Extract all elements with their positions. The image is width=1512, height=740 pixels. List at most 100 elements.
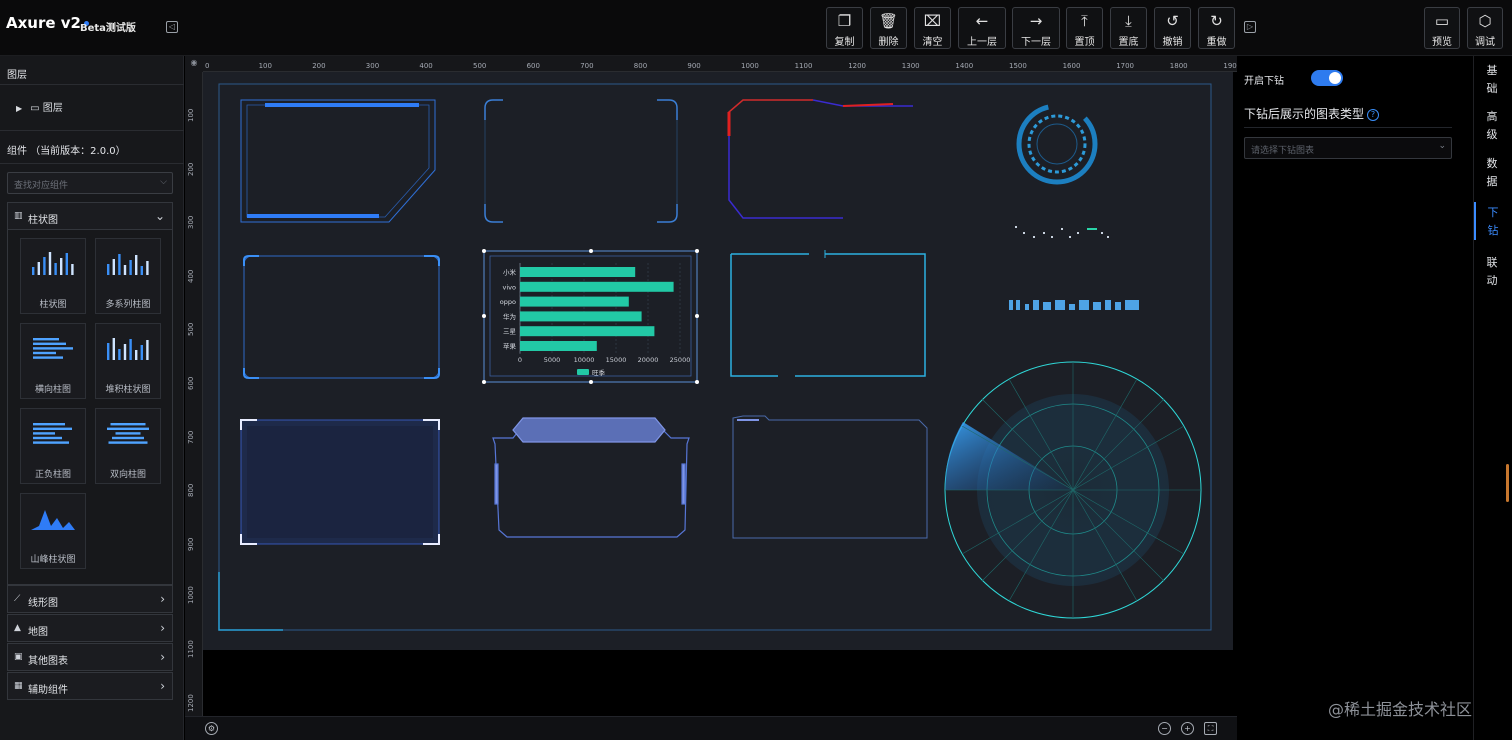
y-tick-label: 小米: [503, 268, 517, 277]
preview-button[interactable]: ▭ 预览: [1424, 7, 1460, 49]
beta-badge: Beta测试版: [80, 23, 136, 34]
x-tick-label: 15000: [606, 356, 627, 364]
expand-toolbar-button[interactable]: ▷: [1244, 21, 1256, 33]
app-title: Axure v2: [6, 14, 89, 32]
category-map[interactable]: ▲ 地图 ›: [7, 614, 173, 642]
category-helper[interactable]: ▦ 辅助组件 ›: [7, 672, 173, 700]
ruler-tick-label: 1200: [848, 62, 867, 70]
eye-icon[interactable]: ◉: [185, 56, 203, 72]
category-other-chart[interactable]: ▣ 其他图表 ›: [7, 643, 173, 671]
top-button[interactable]: ⤒ 置顶: [1066, 7, 1103, 49]
fullscreen-icon[interactable]: ⛶: [1204, 722, 1217, 735]
x-tick-label: 25000: [670, 356, 691, 364]
component-search-input[interactable]: 查找对应组件 ⌵: [7, 172, 173, 194]
map-icon: ▲: [14, 623, 21, 633]
top-toolbar: Axure v2 Beta测试版 ◁ ❐ 复制 🗑 删除 ⌧ 清空 ← 上一层 → 下一层 ⤒ 置顶 ⤓…: [0, 0, 1512, 56]
horizontal-bar-chart: 0 5000 10000 15000 20000 25000 小米 vivo oppo 华为三星苹…: [500, 263, 691, 377]
side-tabs: 基础高级数据下钻联动: [1473, 56, 1512, 740]
category-bar-chart-header[interactable]: ▥ 柱状图 ⌄: [7, 202, 173, 230]
chart-type-label: 下钻后展示的图表类型?: [1244, 105, 1380, 122]
component-tile[interactable]: 多系列柱图: [95, 238, 161, 314]
ruler-tick-label: 600: [187, 376, 195, 390]
clear-button[interactable]: ⌧ 清空: [914, 7, 951, 49]
component-tile[interactable]: 山峰柱状图: [20, 493, 86, 569]
component-tile[interactable]: 横向柱图: [20, 323, 86, 399]
ruler-tick-label: 100: [187, 108, 195, 122]
debug-button[interactable]: ⬡ 调试: [1467, 7, 1503, 49]
tab-4[interactable]: 联动: [1474, 252, 1510, 290]
bar: [520, 281, 674, 292]
y-tick-label: vivo: [503, 283, 516, 291]
tab-0[interactable]: 基础: [1474, 60, 1510, 98]
category-bar-chart-panel: ▥ 柱状图 ⌄ 柱状图 多系列柱图 横向柱图 堆积柱状图 正负柱图 双向柱图 山峰柱状图: [7, 202, 173, 585]
ruler-tick-label: 1700: [1116, 62, 1135, 70]
layer-down-button[interactable]: → 下一层: [1012, 7, 1060, 49]
ruler-tick-label: 400: [419, 62, 433, 70]
chevron-right-icon: ›: [160, 592, 165, 606]
ruler-tick-label: 1000: [187, 586, 195, 605]
delete-button[interactable]: 🗑 删除: [870, 7, 907, 49]
layer-item[interactable]: ▶ ▭ 图层: [16, 99, 63, 114]
send-bottom-icon: ⤓: [1125, 12, 1132, 30]
drill-label: 开启下钻: [1244, 76, 1284, 87]
copy-button[interactable]: ❐ 复制: [826, 7, 863, 49]
monitor-icon: ▭: [1434, 12, 1450, 30]
design-board[interactable]: 0 5000 10000 15000 20000 25000 小米 vivo oppo 华为 三星苹…: [203, 72, 1233, 650]
chart-thumbnail: [32, 252, 74, 275]
settings-icon[interactable]: ⚙: [205, 722, 218, 735]
tab-1[interactable]: 高级: [1474, 106, 1510, 144]
component-tile[interactable]: 双向柱图: [95, 408, 161, 484]
x-tick-label: 0: [518, 356, 522, 364]
expand-arrow-icon[interactable]: ▶: [16, 104, 22, 113]
layer-up-button[interactable]: ← 上一层: [958, 7, 1006, 49]
ruler-tick-label: 1500: [1009, 62, 1027, 70]
tab-3[interactable]: 下钻: [1474, 202, 1510, 240]
border-frame-6: [730, 250, 926, 377]
layer-down-icon: →: [1029, 12, 1043, 30]
ring-decoration: [1016, 103, 1098, 185]
scroll-indicator[interactable]: [1506, 464, 1509, 502]
chevron-right-icon: ›: [160, 650, 165, 664]
ruler-tick-label: 300: [187, 215, 195, 230]
collapse-left-panel-button[interactable]: ◁: [166, 21, 178, 33]
help-icon[interactable]: ?: [1367, 109, 1380, 121]
ruler-tick-label: 100: [258, 62, 272, 70]
x-tick-label: 5000: [544, 356, 561, 364]
legend-label: 旺季: [592, 368, 606, 377]
ruler-tick-label: 700: [580, 62, 594, 70]
bottom-button[interactable]: ⤓ 置底: [1110, 7, 1147, 49]
ruler-horizontal: 0 100 200 300 400 500 600 700 800 900 1000 1100 1200…: [203, 56, 1237, 72]
undo-button[interactable]: ↺ 撤销: [1154, 7, 1191, 49]
dots-decoration-1: [1015, 226, 1109, 238]
ruler-tick-label: 0: [205, 62, 210, 70]
component-tile[interactable]: 正负柱图: [20, 408, 86, 484]
ruler-tick-label: 800: [187, 483, 195, 498]
component-tile[interactable]: 柱状图: [20, 238, 86, 314]
line-chart-icon: ⟋: [14, 594, 21, 604]
watermark: @稀土掘金技术社区: [1328, 700, 1473, 719]
border-frame-4: [243, 255, 440, 379]
chart-thumbnail: [33, 423, 72, 444]
chevron-right-icon: ›: [160, 679, 165, 693]
redo-button[interactable]: ↻ 重做: [1198, 7, 1235, 49]
category-line-chart[interactable]: ⟋ 线形图 ›: [7, 585, 173, 613]
bar: [520, 326, 655, 337]
drill-chart-select[interactable]: 请选择下钻图表 ⌄: [1244, 137, 1452, 159]
ruler-tick-label: 1400: [955, 62, 974, 70]
component-tile[interactable]: 堆积柱状图: [95, 323, 161, 399]
ruler-tick-label: 300: [365, 62, 380, 70]
radar-scan: [944, 361, 1202, 619]
right-panel: 开启下钻 下钻后展示的图表类型? 请选择下钻图表 ⌄: [1237, 56, 1473, 740]
ruler-tick-label: 1000: [741, 62, 759, 70]
trash-icon: 🗑: [878, 12, 899, 30]
ruler-tick-label: 200: [312, 62, 326, 70]
tab-2[interactable]: 数据: [1474, 153, 1510, 191]
bar: [520, 267, 636, 277]
ruler-tick-label: 500: [187, 323, 195, 337]
ruler-tick-label: 900: [187, 537, 195, 551]
drill-toggle[interactable]: [1311, 70, 1343, 86]
zoom-out-icon[interactable]: −: [1158, 722, 1171, 735]
ruler-tick-label: 1100: [794, 62, 813, 70]
zoom-in-icon[interactable]: +: [1181, 722, 1194, 735]
x-tick-label: 20000: [638, 356, 659, 364]
